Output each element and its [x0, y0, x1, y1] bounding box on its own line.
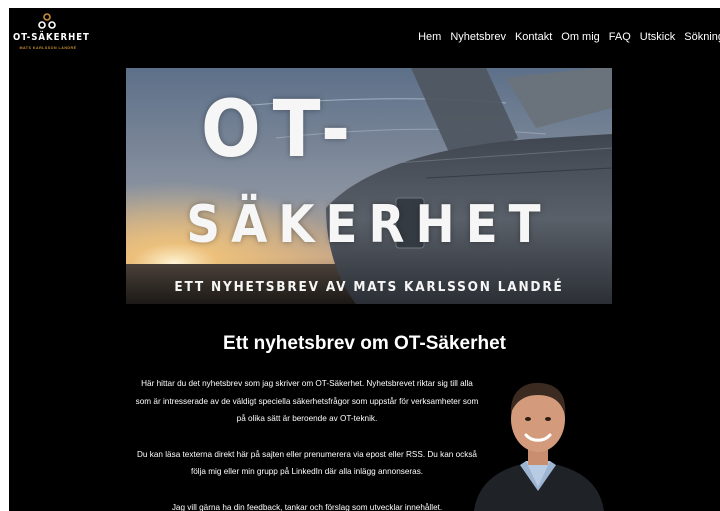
hero-tagline: ETT NYHETSBREV AV MATS KARLSSON LANDRÉ	[174, 279, 564, 295]
nav-item-om-mig[interactable]: Om mig	[561, 30, 600, 44]
logo-title: OT-SÄKERHET	[13, 32, 90, 43]
nav-item-hem[interactable]: Hem	[418, 30, 441, 44]
intro-text: Här hittar du det nyhetsbrev som jag skr…	[133, 375, 481, 511]
nav-item-utskick[interactable]: Utskick	[640, 30, 675, 44]
page: OT-SÄKERHET MATS KARLSSON LANDRÉ Hem Nyh…	[9, 8, 720, 511]
intro-paragraph-1: Här hittar du det nyhetsbrev som jag skr…	[135, 379, 479, 424]
page-title: Ett nyhetsbrev om OT-Säkerhet	[223, 333, 506, 354]
intro-paragraph-3: Jag vill gärna ha din feedback, tankar o…	[171, 502, 443, 511]
main-nav: Hem Nyhetsbrev Kontakt Om mig FAQ Utskic…	[418, 30, 720, 44]
nav-item-faq[interactable]: FAQ	[609, 30, 631, 44]
nav-item-sokning[interactable]: Sökning	[684, 30, 720, 44]
intro-paragraph-2: Du kan läsa texterna direkt här på sajte…	[137, 449, 477, 477]
hero-title-line1: OT-	[201, 85, 363, 175]
nav-item-kontakt[interactable]: Kontakt	[515, 30, 552, 44]
nav-item-nyhetsbrev[interactable]: Nyhetsbrev	[450, 30, 506, 44]
hero-title-line2: SÄKERHET	[186, 195, 552, 255]
logo-circles-icon	[38, 13, 56, 29]
site-logo[interactable]: OT-SÄKERHET MATS KARLSSON LANDRÉ	[13, 12, 93, 72]
hero-banner: OT- SÄKERHET ETT NYHETSBREV AV MATS KARL…	[126, 68, 612, 304]
logo-subtitle: MATS KARLSSON LANDRÉ	[19, 46, 77, 50]
author-portrait	[474, 382, 604, 511]
